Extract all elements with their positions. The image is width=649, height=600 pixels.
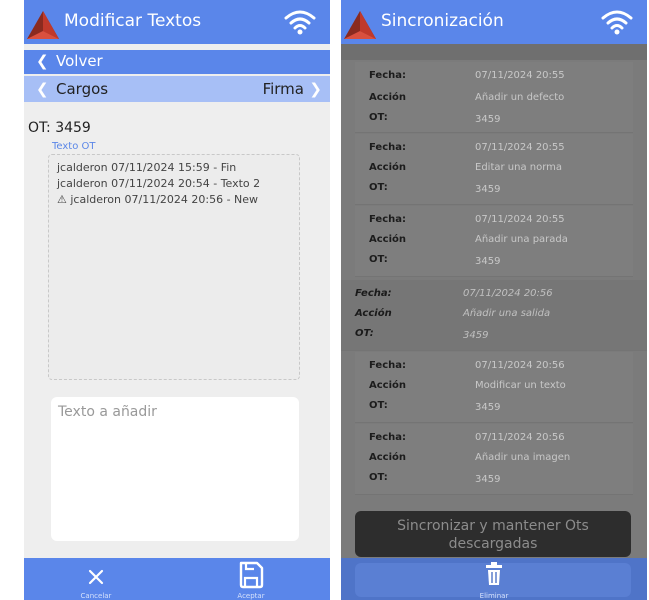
chevron-left-icon[interactable]: ❮ xyxy=(36,80,49,98)
ot-value: 3459 xyxy=(463,330,489,341)
text-history-box: jcalderon 07/11/2024 15:59 - Fin jcalder… xyxy=(48,154,300,380)
accion-key: Acción xyxy=(369,92,407,103)
fecha-value: 07/11/2024 20:55 xyxy=(475,70,565,81)
accept-button[interactable]: Aceptar xyxy=(206,558,296,600)
accion-key: Acción xyxy=(369,162,407,173)
accion-value: Añadir una salida xyxy=(463,308,551,319)
fecha-value: 07/11/2024 20:56 xyxy=(463,288,553,299)
fecha-value: 07/11/2024 20:56 xyxy=(475,432,565,443)
history-line: ⚠ jcalderon 07/11/2024 20:56 - New xyxy=(57,193,259,206)
overlay-strip xyxy=(341,44,647,60)
header-bar: Sincronización xyxy=(341,0,647,44)
ot-value: 3459 xyxy=(475,474,501,485)
triangle-logo-icon xyxy=(344,11,376,39)
accion-key: Acción xyxy=(369,380,407,391)
list-item[interactable]: Fecha: 07/11/2024 20:55 Acción Añadir un… xyxy=(355,62,633,133)
back-button[interactable]: ❮ Volver xyxy=(24,50,330,74)
ot-value: 3459 xyxy=(475,402,501,413)
chevron-right-icon[interactable]: ❯ xyxy=(309,80,322,98)
footer-bar: Eliminar xyxy=(341,558,647,600)
accion-value: Modificar un texto xyxy=(475,380,566,391)
ot-number: OT: 3459 xyxy=(28,120,91,136)
accion-key: Acción xyxy=(369,234,407,245)
ot-value: 3459 xyxy=(55,120,91,136)
fecha-value: 07/11/2024 20:55 xyxy=(475,214,565,225)
history-line: jcalderon 07/11/2024 20:54 - Texto 2 xyxy=(57,177,261,190)
nav-next-firma[interactable]: Firma xyxy=(263,80,304,98)
close-icon xyxy=(88,569,104,585)
ot-value: 3459 xyxy=(475,114,501,125)
list-item[interactable]: Fecha: 07/11/2024 20:56 Acción Añadir un… xyxy=(341,280,647,351)
fecha-value: 07/11/2024 20:56 xyxy=(475,360,565,371)
list-item[interactable]: Fecha: 07/11/2024 20:56 Acción Modificar… xyxy=(355,352,633,423)
ot-key: OT: xyxy=(369,254,388,265)
fecha-key: Fecha: xyxy=(369,214,407,225)
footer-bar: Cancelar Aceptar xyxy=(24,558,330,600)
fecha-key: Fecha: xyxy=(369,360,407,371)
list-item[interactable]: Fecha: 07/11/2024 20:56 Acción Añadir un… xyxy=(355,424,633,495)
list-item[interactable]: Fecha: 07/11/2024 20:55 Acción Editar un… xyxy=(355,134,633,205)
ot-key: OT: xyxy=(369,112,388,123)
nav-prev-cargos[interactable]: Cargos xyxy=(56,80,108,98)
sincronizacion-screen: Sincronización Fecha: 07/11/2024 20:55 A… xyxy=(341,0,647,600)
cancel-button[interactable]: Cancelar xyxy=(51,558,141,600)
text-to-add-input[interactable]: Texto a añadir xyxy=(51,397,299,541)
page-title: Modificar Textos xyxy=(64,11,202,31)
accept-label: Aceptar xyxy=(237,592,265,600)
page-title: Sincronización xyxy=(381,11,504,31)
triangle-logo-icon xyxy=(27,11,59,39)
header-bar: Modificar Textos xyxy=(24,0,330,44)
ot-key: OT: xyxy=(369,472,388,483)
ot-key: OT: xyxy=(369,400,388,411)
list-item[interactable]: Fecha: 07/11/2024 20:55 Acción Añadir un… xyxy=(355,206,633,277)
accion-value: Añadir una parada xyxy=(475,234,568,245)
accion-value: Editar una norma xyxy=(475,162,563,173)
fecha-key: Fecha: xyxy=(369,432,407,443)
ot-value: 3459 xyxy=(475,256,501,267)
save-icon xyxy=(239,561,264,589)
texto-ot-label: Texto OT xyxy=(52,141,96,152)
ot-label: OT: xyxy=(28,120,51,136)
modificar-textos-screen: Modificar Textos ❮ Volver ❮ Cargos Firma… xyxy=(24,0,330,600)
fecha-key: Fecha: xyxy=(369,70,407,81)
fecha-value: 07/11/2024 20:55 xyxy=(475,142,565,153)
delete-label: Eliminar xyxy=(479,592,509,600)
wifi-icon xyxy=(601,10,633,35)
accion-value: Añadir una imagen xyxy=(475,452,571,463)
fecha-key: Fecha: xyxy=(355,288,392,299)
ot-key: OT: xyxy=(355,328,374,339)
chevron-left-icon: ❮ xyxy=(36,52,49,70)
ot-key: OT: xyxy=(369,182,388,193)
text-input-placeholder: Texto a añadir xyxy=(58,404,157,420)
fecha-key: Fecha: xyxy=(369,142,407,153)
accion-key: Acción xyxy=(355,308,392,319)
section-nav: ❮ Cargos Firma ❯ xyxy=(24,76,330,102)
sync-keep-button[interactable]: Sincronizar y mantener Ots descargadas xyxy=(355,511,631,557)
history-line: jcalderon 07/11/2024 15:59 - Fin xyxy=(57,161,237,174)
ot-value: 3459 xyxy=(475,184,501,195)
sync-button-label: Sincronizar y mantener Ots descargadas xyxy=(397,518,589,552)
back-label: Volver xyxy=(56,52,103,70)
trash-icon xyxy=(486,562,502,585)
wifi-icon xyxy=(284,10,316,35)
accion-value: Añadir un defecto xyxy=(475,92,565,103)
accion-key: Acción xyxy=(369,452,407,463)
cancel-label: Cancelar xyxy=(80,592,112,600)
delete-button[interactable]: Eliminar xyxy=(451,558,537,600)
